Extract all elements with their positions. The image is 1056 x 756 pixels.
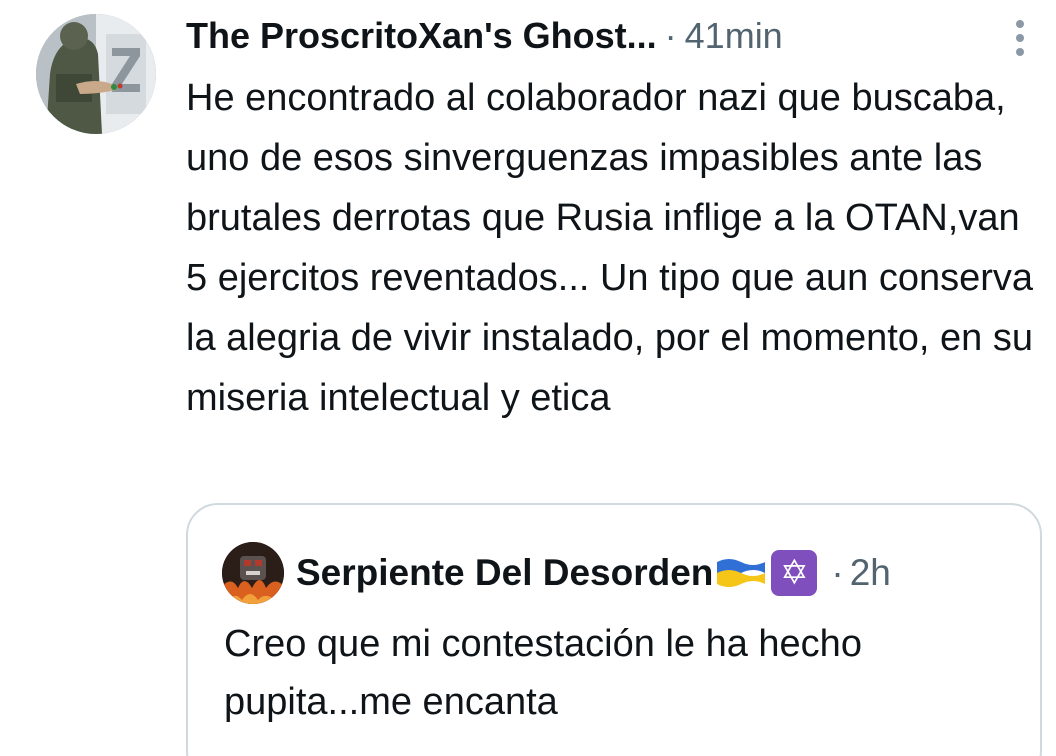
tweet-body: The ProscritoXan's Ghost... · 41min He e… — [186, 8, 1046, 428]
quoted-tweet-header: Serpiente Del Desorden ✡ · 2h — [222, 541, 891, 605]
separator: · — [664, 15, 677, 56]
tweet[interactable]: The ProscritoXan's Ghost... · 41min He e… — [0, 0, 1056, 756]
quoted-tweet-text: Creo que mi contestación le ha hecho pup… — [224, 623, 862, 723]
display-name[interactable]: The ProscritoXan's Ghost... — [186, 15, 657, 57]
more-vertical-icon[interactable] — [1004, 16, 1036, 60]
tweet-header: The ProscritoXan's Ghost... · 41min — [186, 8, 1046, 64]
quoted-display-name[interactable]: Serpiente Del Desorden — [296, 552, 713, 594]
quoted-tweet[interactable]: Serpiente Del Desorden ✡ · 2h Creo que m… — [186, 503, 1042, 756]
tweet-text: He encontrado al colaborador nazi que bu… — [186, 77, 1034, 419]
avatar[interactable] — [36, 14, 156, 134]
timestamp[interactable]: 41min — [685, 15, 783, 57]
ukraine-flag-icon — [717, 559, 766, 587]
quoted-separator: · — [831, 552, 844, 593]
quoted-avatar — [222, 542, 284, 604]
quoted-timestamp[interactable]: 2h — [850, 552, 891, 594]
star-of-david-icon: ✡ — [771, 550, 818, 596]
